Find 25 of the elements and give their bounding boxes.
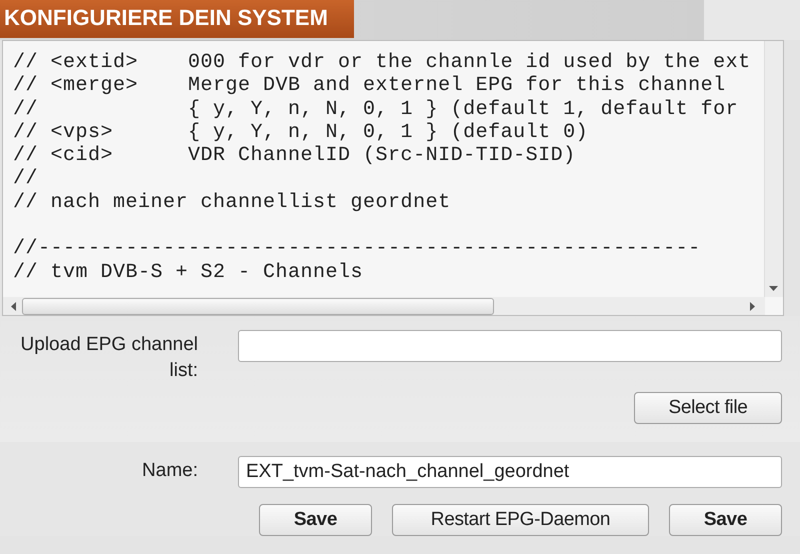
page-header: KONFIGURIERE DEIN SYSTEM xyxy=(0,0,354,38)
select-file-button[interactable]: Select file xyxy=(634,392,782,424)
name-field[interactable]: EXT_tvm-Sat-nach_channel_geordnet xyxy=(238,456,782,488)
restart-button[interactable]: Restart EPG-Daemon xyxy=(392,504,649,536)
code-line: // <vps> { y, Y, n, N, 0, 1 } (default 0) xyxy=(13,120,590,144)
code-line: //----------------------------------------------------- xyxy=(13,237,702,261)
upload-field[interactable] xyxy=(238,330,782,362)
code-line: // <extid> 000 for vdr or the channle id used by the ext xyxy=(13,51,752,74)
field-label: Upload EPG channel list: xyxy=(20,333,198,383)
code-line: // <merge> Merge DVB and externel EPG for this channel xyxy=(13,74,727,98)
code-line: // xyxy=(13,167,40,191)
code-editor[interactable] xyxy=(2,40,784,316)
field-label: Name: xyxy=(141,459,198,483)
code-line: // <cid> VDR ChannelID (Src-NID-TID-SID) xyxy=(13,144,577,168)
save-button[interactable]: Save xyxy=(259,504,372,536)
scroll-left-icon[interactable] xyxy=(11,302,16,310)
vertical-scrollbar[interactable] xyxy=(764,41,783,297)
code-line: // nach meiner channellist geordnet xyxy=(13,190,452,214)
scroll-down-icon[interactable] xyxy=(769,286,778,291)
scrollbar-thumb[interactable] xyxy=(22,298,494,314)
code-line: // tvm DVB-S + S2 - Channels xyxy=(13,260,364,284)
scroll-right-icon[interactable] xyxy=(750,302,755,310)
code-line: // { y, Y, n, N, 0, 1 } (default 1, default for xyxy=(13,98,740,121)
save-button[interactable]: Save xyxy=(669,504,782,536)
horizontal-scrollbar[interactable] xyxy=(3,297,765,315)
